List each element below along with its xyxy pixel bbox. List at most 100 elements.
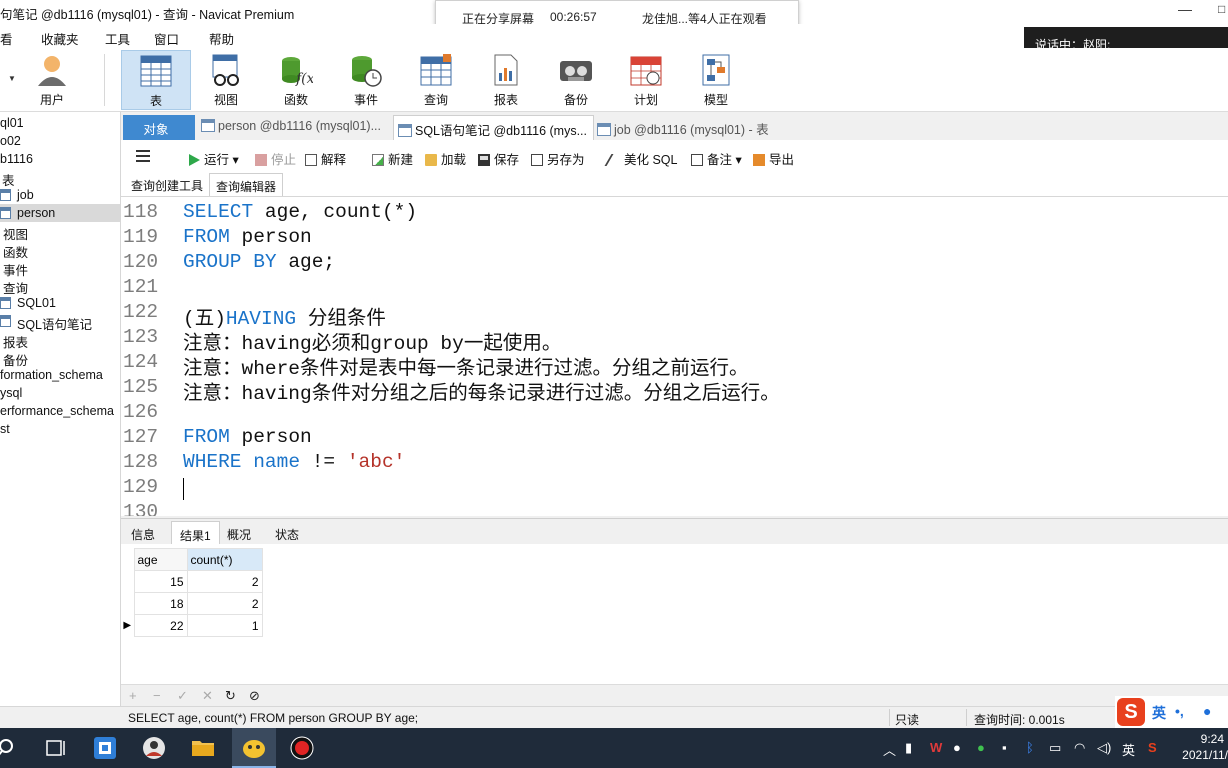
column-header-count[interactable]: count(*) <box>186 548 263 571</box>
navicat-icon[interactable] <box>242 736 266 760</box>
export-button[interactable]: 导出 <box>753 149 794 168</box>
column-header-age[interactable]: age <box>133 548 188 571</box>
bluetooth-icon[interactable]: ᛒ <box>1026 740 1034 755</box>
new-query-button[interactable]: 新建 <box>372 149 413 168</box>
discard-changes-icon[interactable]: ✕ <box>202 688 213 704</box>
tab-sql-notes[interactable]: SQL语句笔记 @db1116 (mys... <box>393 115 594 140</box>
stop-button[interactable]: 停止 <box>255 149 296 168</box>
comment-button[interactable]: 备注 ▾ <box>691 149 742 168</box>
beautify-sql-button[interactable]: 美化 SQL <box>604 149 678 168</box>
nav-item-views[interactable]: 视图 <box>0 222 120 242</box>
stop-icon[interactable]: ⊘ <box>249 688 260 704</box>
delete-record-icon[interactable]: − <box>153 688 161 703</box>
nav-item-backups[interactable]: 备份 <box>0 348 120 368</box>
menu-favorites[interactable]: 收藏夹 <box>41 29 79 48</box>
nav-item-connection[interactable]: ql01 <box>0 114 120 132</box>
nav-item-database[interactable]: b1116 <box>0 150 120 168</box>
nav-item-reports[interactable]: 报表 <box>0 330 120 350</box>
navigation-tree[interactable]: ql01 o02 b1116 表 job person 视图 函数 事件 查询 … <box>0 112 121 706</box>
dropdown-arrow-icon[interactable]: ▼ <box>8 74 16 83</box>
device-icon[interactable]: ▪ <box>1002 740 1007 755</box>
save-as-button[interactable]: 另存为 <box>531 149 585 168</box>
sogou-icon[interactable]: S <box>1117 698 1145 726</box>
avatar-app-icon[interactable] <box>142 736 166 760</box>
refresh-icon[interactable]: ↻ <box>225 688 236 704</box>
task-view-icon[interactable] <box>44 736 68 760</box>
tab-objects[interactable]: 对象 <box>123 115 195 140</box>
nav-item-tables[interactable]: 表 <box>0 168 120 188</box>
show-hidden-icons-icon[interactable]: ︿ <box>883 740 896 759</box>
recorder-icon[interactable] <box>290 736 314 760</box>
tab-person[interactable]: person @db1116 (mysql01)... <box>197 115 387 140</box>
tab-info[interactable]: 信息 <box>123 521 163 545</box>
table-row[interactable]: 18 2 <box>121 592 263 615</box>
menu-icon[interactable] <box>136 150 150 162</box>
cell-count[interactable]: 2 <box>186 592 263 615</box>
sogou-tray-icon[interactable]: S <box>1148 740 1157 755</box>
nav-item-queries[interactable]: 查询 <box>0 276 120 296</box>
app-icon[interactable] <box>93 736 117 760</box>
toolbar-table-button[interactable]: 表 <box>121 50 191 110</box>
explain-button[interactable]: 解释 <box>305 149 346 168</box>
tab-job[interactable]: job @db1116 (mysql01) - 表 <box>593 115 775 140</box>
add-record-icon[interactable]: + <box>129 688 137 703</box>
toolbar-model-button[interactable]: 模型 <box>681 50 751 110</box>
nav-item-database[interactable]: erformance_schema <box>0 402 120 420</box>
minimize-button[interactable]: — <box>1178 1 1192 17</box>
input-language[interactable]: 英 <box>1122 740 1135 759</box>
menu-view[interactable]: 看 <box>0 29 13 48</box>
system-clock[interactable]: 9:24 2021/11/ <box>1174 731 1228 763</box>
menu-tools[interactable]: 工具 <box>105 29 130 48</box>
run-button[interactable]: 运行 ▾ <box>189 149 239 168</box>
tab-query-builder[interactable]: 查询创建工具 <box>125 173 209 196</box>
tab-status[interactable]: 状态 <box>267 521 307 545</box>
microphone-icon[interactable]: ▮ <box>905 740 912 756</box>
cell-age[interactable]: 18 <box>133 592 188 615</box>
nav-item-functions[interactable]: 函数 <box>0 240 120 260</box>
toolbar-schedule-button[interactable]: 计划 <box>611 50 681 110</box>
nav-item-query-notes[interactable]: SQL语句笔记 <box>0 312 120 332</box>
result-grid[interactable]: age count(*) 15 2 18 2 ▶ 22 1 <box>121 548 263 637</box>
toolbar-report-button[interactable]: 报表 <box>471 50 541 110</box>
table-row[interactable]: 15 2 <box>121 570 263 593</box>
nav-item-database[interactable]: ysql <box>0 384 120 402</box>
tab-result-1[interactable]: 结果1 <box>171 521 220 545</box>
load-button[interactable]: 加载 <box>425 149 466 168</box>
cell-age[interactable]: 22 <box>133 614 188 637</box>
menu-window[interactable]: 窗口 <box>154 29 179 48</box>
menu-help[interactable]: 帮助 <box>209 29 234 48</box>
save-button[interactable]: 保存 <box>478 149 519 168</box>
nav-item-query-sql01[interactable]: SQL01 <box>0 294 120 312</box>
maximize-button[interactable]: □ <box>1218 2 1225 16</box>
ime-language[interactable]: 英 <box>1152 703 1166 723</box>
nav-item-table-person[interactable]: person <box>0 204 120 222</box>
search-icon[interactable] <box>0 736 24 760</box>
wifi-icon[interactable]: ◠ <box>1074 740 1085 756</box>
cell-count[interactable]: 2 <box>186 570 263 593</box>
microphone-icon[interactable]: ● <box>1203 703 1211 719</box>
toolbar-query-button[interactable]: 查询 <box>401 50 471 110</box>
nav-item-events[interactable]: 事件 <box>0 258 120 278</box>
nav-item-connection[interactable]: o02 <box>0 132 120 150</box>
apply-changes-icon[interactable]: ✓ <box>177 688 188 704</box>
tab-profile[interactable]: 概况 <box>219 521 259 545</box>
table-row[interactable]: ▶ 22 1 <box>121 614 263 637</box>
file-explorer-icon[interactable] <box>191 736 215 760</box>
ime-toolbar[interactable]: S 英 •, ● <box>1115 696 1228 728</box>
toolbar-backup-button[interactable]: 备份 <box>541 50 611 110</box>
cell-count[interactable]: 1 <box>186 614 263 637</box>
ime-punctuation[interactable]: •, <box>1175 703 1184 719</box>
toolbar-view-button[interactable]: 视图 <box>191 50 261 110</box>
volume-icon[interactable]: ◁) <box>1097 740 1111 756</box>
nav-item-database[interactable]: formation_schema <box>0 366 120 384</box>
toolbar-function-button[interactable]: f(x) 函数 <box>261 50 331 110</box>
wechat-icon[interactable]: ● <box>977 740 985 755</box>
nav-item-table-job[interactable]: job <box>0 186 120 204</box>
cell-age[interactable]: 15 <box>133 570 188 593</box>
tab-query-editor[interactable]: 查询编辑器 <box>209 173 284 196</box>
wps-icon[interactable]: W <box>930 740 942 755</box>
toolbar-event-button[interactable]: 事件 <box>331 50 401 110</box>
qq-icon[interactable]: ● <box>953 740 961 755</box>
battery-icon[interactable]: ▭ <box>1049 740 1061 756</box>
toolbar-user-button[interactable]: 用户 <box>17 50 87 110</box>
